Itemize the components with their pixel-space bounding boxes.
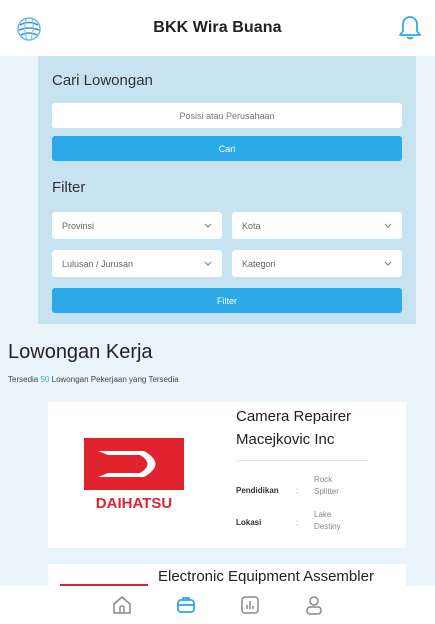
education-label: Pendidikan [236, 486, 279, 495]
search-panel: Cari Lowongan Cari Filter Provinsi Kota … [38, 56, 416, 324]
jobs-icon [176, 597, 195, 613]
jobs-section-title: Lowongan Kerja [8, 341, 153, 363]
nav-jobs[interactable] [174, 593, 198, 617]
job-card[interactable]: DAIHATSU Camera Repairer Macejkovic Inc … [48, 402, 406, 548]
bottom-nav [0, 586, 435, 624]
city-select[interactable]: Kota [232, 212, 402, 239]
bell-icon[interactable] [397, 14, 423, 42]
search-input[interactable] [52, 103, 402, 128]
colon-separator: : [296, 518, 299, 527]
filter-button[interactable]: Filter [52, 288, 402, 313]
home-icon [112, 596, 131, 614]
nav-home[interactable] [110, 593, 134, 617]
education-select[interactable]: Lulusan / Jurusan [52, 250, 222, 277]
app-title: BKK Wira Buana [153, 19, 282, 36]
globe-logo-icon[interactable] [14, 14, 44, 44]
company-logo: DAIHATSU [84, 438, 184, 512]
province-select[interactable]: Provinsi [52, 212, 222, 239]
chevron-down-icon [384, 261, 392, 266]
jobs-available-prefix: Tersedia [8, 375, 39, 384]
search-button[interactable]: Cari [52, 136, 402, 161]
nav-profile[interactable] [302, 593, 326, 617]
filter-heading: Filter [52, 179, 86, 196]
company-logo-text: DAIHATSU [96, 495, 172, 512]
category-select[interactable]: Kategori [232, 250, 402, 277]
job-title: Electronic Equipment Assembler [158, 568, 374, 585]
city-select-label: Kota [242, 220, 261, 231]
location-label: Lokasi [236, 518, 262, 527]
job-title: Camera Repairer [236, 408, 352, 425]
education-select-label: Lulusan / Jurusan [62, 258, 134, 269]
jobs-count: 50 [40, 375, 50, 384]
location-value: Lake Destiny [314, 510, 341, 531]
education-value: Rock Splitter [314, 475, 339, 496]
province-select-label: Provinsi [62, 220, 95, 231]
job-company: Macejkovic Inc [236, 431, 335, 448]
chevron-down-icon [204, 223, 212, 228]
divider [236, 460, 368, 461]
profile-icon [305, 596, 322, 615]
search-heading: Cari Lowongan [52, 72, 153, 89]
nav-stats[interactable] [238, 593, 262, 617]
jobs-section-subtitle: Tersedia 50 Lowongan Pekerjaan yang Ters… [8, 375, 179, 384]
colon-separator: : [296, 486, 299, 495]
chevron-down-icon [384, 223, 392, 228]
jobs-available-suffix: Lowongan Pekerjaan yang Tersedia [51, 375, 179, 384]
stats-icon [240, 596, 259, 614]
chevron-down-icon [204, 261, 212, 266]
app-header: BKK Wira Buana [0, 0, 435, 56]
category-select-label: Kategori [242, 258, 276, 269]
